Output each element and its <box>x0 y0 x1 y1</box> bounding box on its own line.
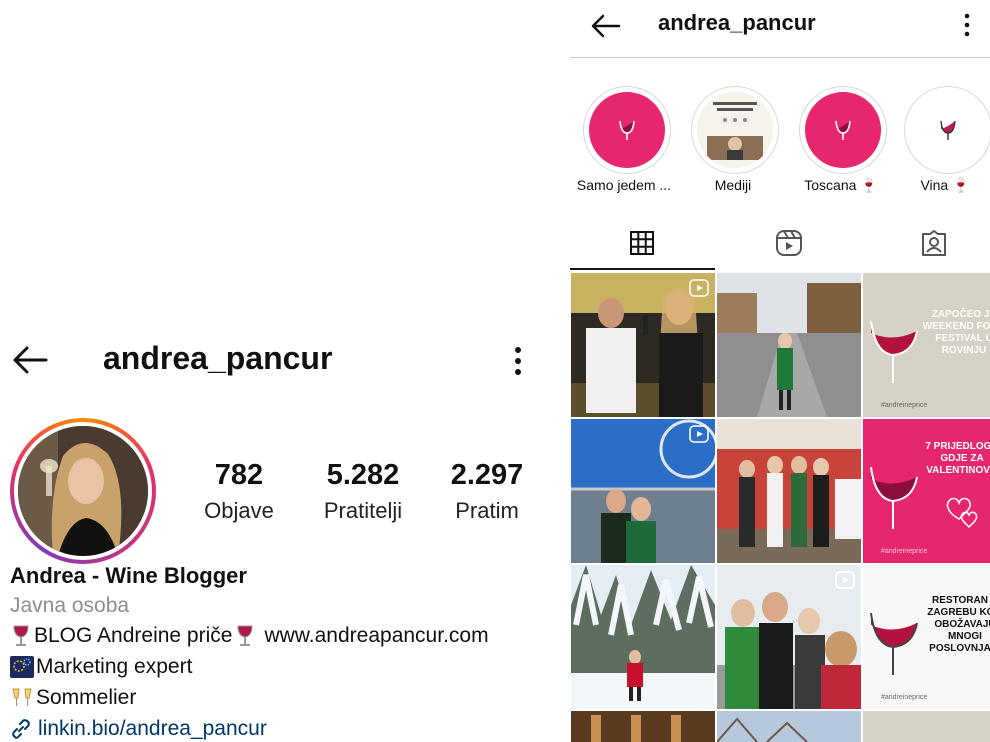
grid-post-tile[interactable] <box>863 711 990 742</box>
bio-sommelier-text: Sommelier <box>36 686 137 709</box>
grid-post-tile[interactable]: ZAPOČEO JE WEEKEND FOOD FESTIVAL U ROVIN… <box>863 273 990 417</box>
grid-post-tile[interactable] <box>717 273 861 417</box>
tab-tagged[interactable] <box>864 221 990 265</box>
bio-blog-text: BLOG Andreine priče <box>34 624 233 647</box>
highlight-circle[interactable] <box>799 86 887 174</box>
grid-icon <box>630 231 654 255</box>
tab-reels[interactable] <box>719 221 859 265</box>
post-caption: ZAPOČEO JE WEEKEND FOOD FESTIVAL U ROVIN… <box>922 309 990 356</box>
back-arrow-icon[interactable] <box>590 10 622 42</box>
media-thumbnail-icon <box>697 92 773 168</box>
grid-post-tile[interactable] <box>571 565 715 709</box>
bio-external-link[interactable]: linkin.bio/andrea_pancur <box>10 717 267 741</box>
reel-badge-icon <box>835 571 855 589</box>
wine-glass-emoji-icon <box>237 625 253 646</box>
wine-glass-icon <box>805 92 881 168</box>
tagged-icon <box>922 230 946 256</box>
highlight-label[interactable]: Toscana 🍷 <box>786 177 896 194</box>
highlight-label[interactable]: Samo jedem ... <box>569 177 679 193</box>
bio-category: Javna osoba <box>10 594 130 617</box>
avatar[interactable] <box>14 422 152 560</box>
bio-website-link[interactable]: www.andreapancur.com <box>264 624 488 648</box>
bio-name: Andrea - Wine Blogger <box>10 563 247 588</box>
wine-glass-icon <box>910 92 986 168</box>
grid-post-tile[interactable] <box>571 419 715 563</box>
grid-post-tile[interactable] <box>717 565 861 709</box>
highlight-circle[interactable] <box>691 86 779 174</box>
stat-following-count[interactable]: 2.297 <box>427 459 547 492</box>
highlight-samo-jedem[interactable] <box>583 86 671 174</box>
grid-post-tile[interactable] <box>717 711 861 742</box>
stat-followers-count[interactable]: 5.282 <box>303 459 423 492</box>
bio-marketing-text: Marketing expert <box>36 655 193 678</box>
clinking-glasses-emoji-icon <box>12 688 32 706</box>
bio-line-marketing: Marketing expert <box>10 655 192 679</box>
bio-line-sommelier: Sommelier <box>10 686 136 710</box>
stat-posts-label[interactable]: Objave <box>179 498 299 524</box>
grid-post-tile[interactable]: RESTORAN U ZAGREBU KOJI OBOŽAVAJU MNOGI … <box>863 565 990 709</box>
highlight-circle[interactable] <box>583 86 671 174</box>
stat-following-label[interactable]: Pratim <box>427 498 547 524</box>
post-caption: RESTORAN U ZAGREBU KOJI OBOŽAVAJU MNOGI … <box>927 595 990 654</box>
fireworks-emoji-icon <box>10 656 34 678</box>
bio-line-blog: BLOG Andreine priče www.andreapancur.com <box>10 624 489 648</box>
wine-glass-icon <box>589 92 665 168</box>
wine-glass-emoji-icon <box>13 625 29 646</box>
reel-badge-icon <box>689 279 709 297</box>
link-chain-icon <box>12 719 30 739</box>
highlight-vina[interactable] <box>904 86 990 174</box>
post-hashtag: #andreineprice <box>881 694 928 701</box>
post-hashtag: #andreineprice <box>881 548 928 555</box>
grid-post-tile[interactable] <box>717 419 861 563</box>
post-hashtag: #andreineprice <box>881 402 928 409</box>
post-caption: 7 PRIJEDLOGA GDJE ZA VALENTINOVO <box>925 441 990 476</box>
more-options-icon[interactable] <box>508 344 528 378</box>
profile-username-title: andrea_pancur <box>658 10 816 35</box>
tab-posts-grid[interactable] <box>572 221 712 265</box>
more-options-icon[interactable] <box>960 12 974 38</box>
stat-posts-count[interactable]: 782 <box>179 459 299 492</box>
stat-followers-label[interactable]: Pratitelji <box>303 498 423 524</box>
header-divider <box>570 57 990 58</box>
profile-username-title: andrea_pancur <box>103 340 333 376</box>
highlight-mediji[interactable] <box>691 86 779 174</box>
grid-post-tile[interactable] <box>571 273 715 417</box>
bio-link-text[interactable]: linkin.bio/andrea_pancur <box>38 717 267 741</box>
reels-icon <box>776 230 802 256</box>
highlight-label[interactable]: Mediji <box>678 177 788 193</box>
active-tab-indicator <box>570 268 715 270</box>
highlight-circle[interactable] <box>904 86 990 174</box>
highlight-toscana[interactable] <box>799 86 887 174</box>
grid-post-tile[interactable]: 7 PRIJEDLOGA GDJE ZA VALENTINOVO #andrei… <box>863 419 990 563</box>
back-arrow-icon[interactable] <box>10 340 50 380</box>
reel-badge-icon <box>689 425 709 443</box>
highlight-label[interactable]: Vina 🍷 <box>889 177 990 194</box>
grid-post-tile[interactable] <box>571 711 715 742</box>
